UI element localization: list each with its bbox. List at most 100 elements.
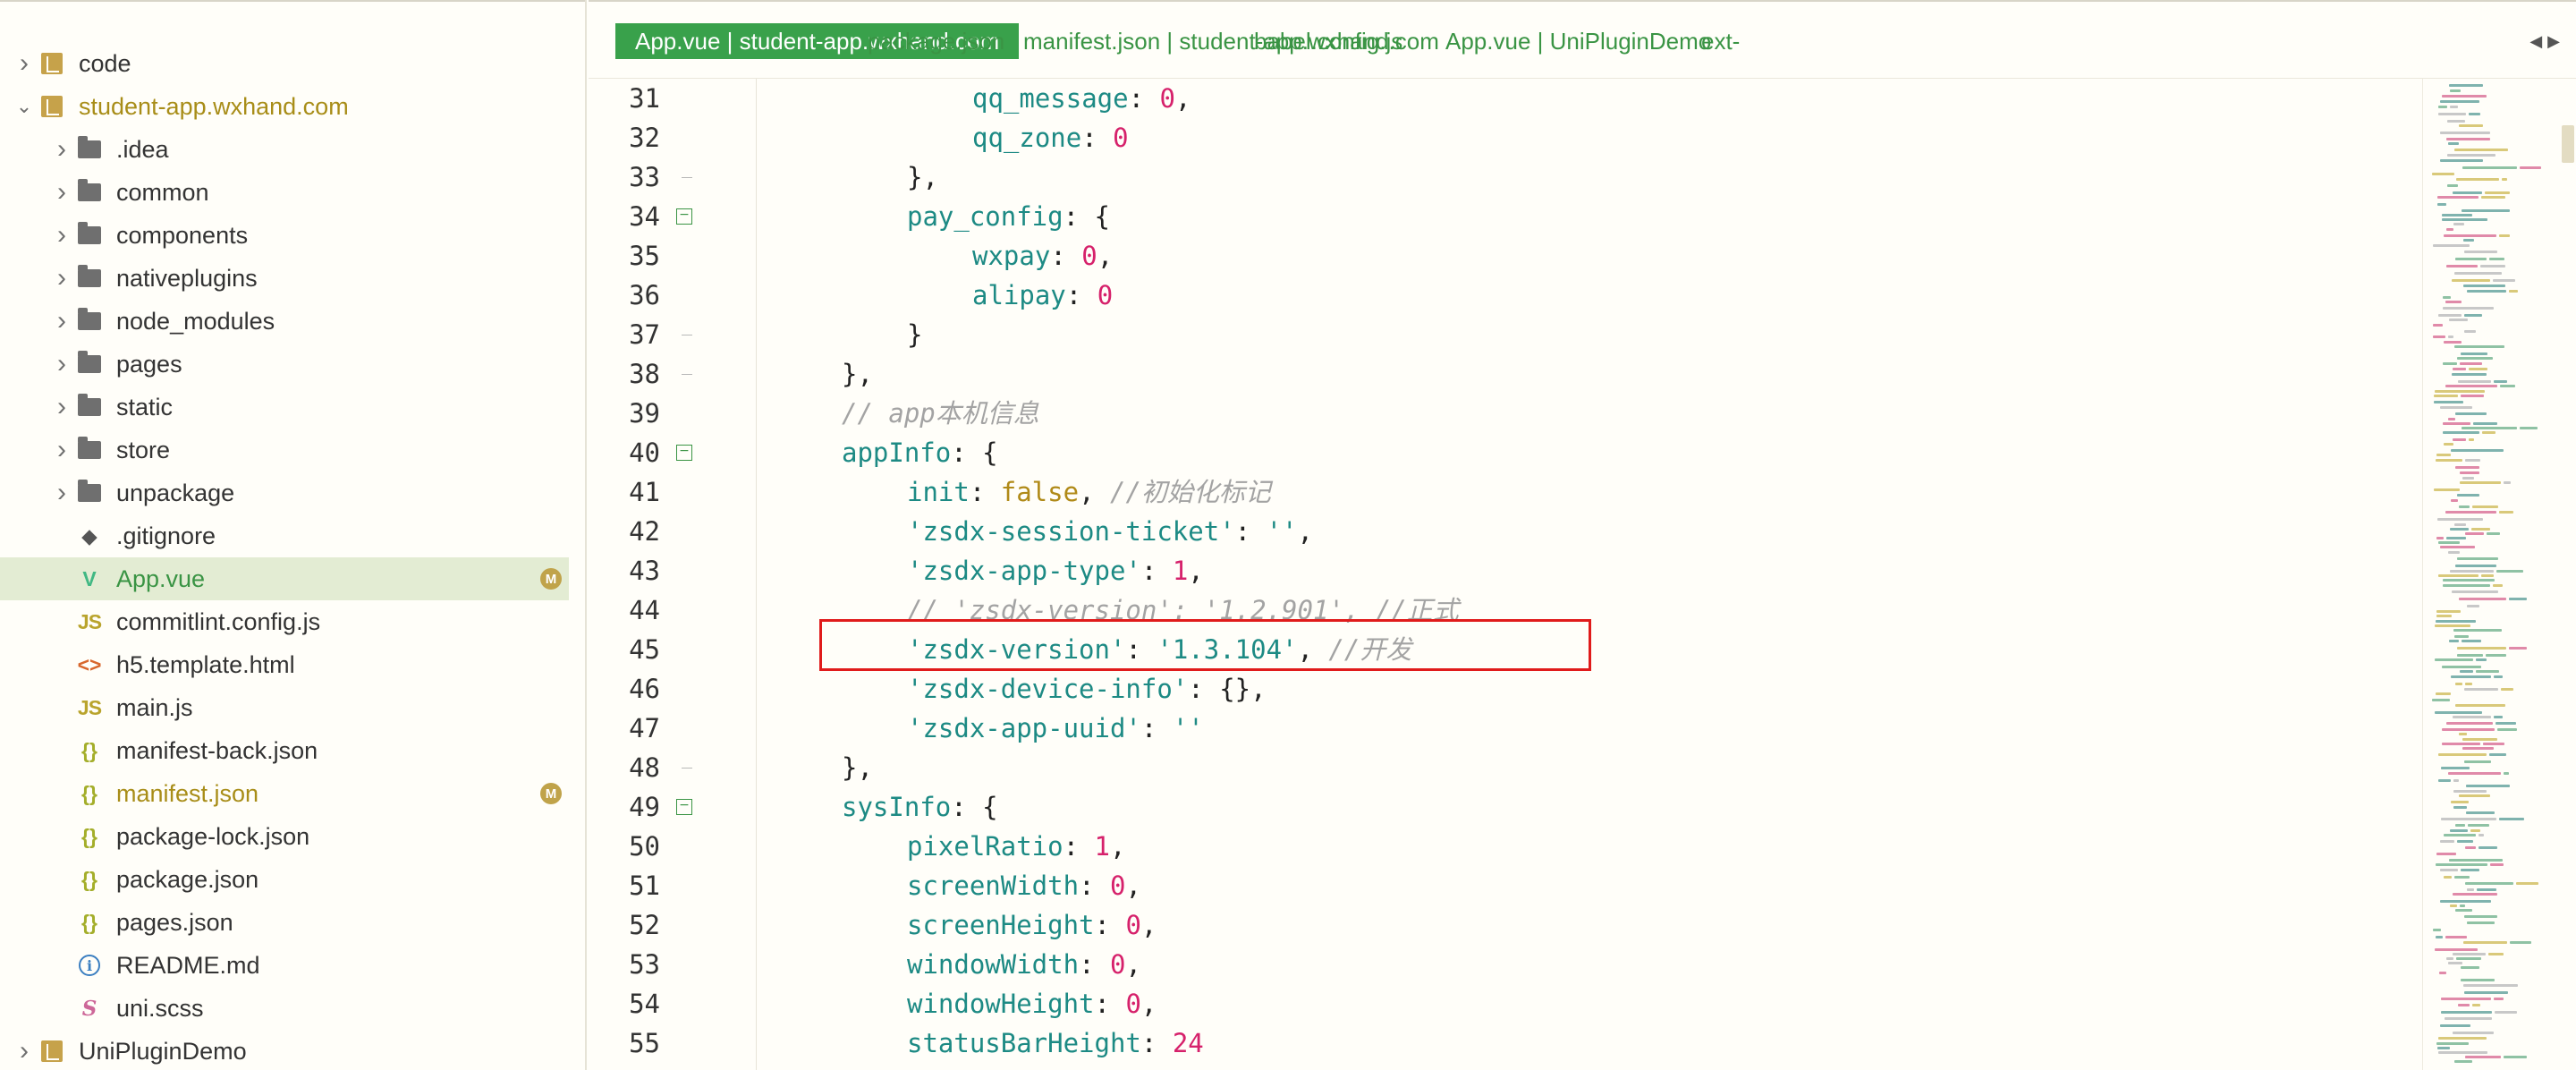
- editor-tab[interactable]: ext-: [1682, 23, 1759, 59]
- chevron-right-icon[interactable]: ›: [13, 1036, 36, 1066]
- code-text[interactable]: 'zsdx-session-ticket': '',: [907, 512, 1313, 551]
- tree-item[interactable]: {} package.json: [0, 858, 569, 901]
- tree-item[interactable]: › unpackage: [0, 471, 569, 514]
- tree-item-label: nativeplugins: [116, 264, 258, 292]
- tree-item[interactable]: {} manifest.json M: [0, 772, 569, 815]
- tree-item[interactable]: › UniPluginDemo: [0, 1030, 569, 1070]
- minimap-line: [2440, 100, 2479, 103]
- minimap-line: [2442, 728, 2495, 731]
- code-text[interactable]: pay_config: {: [907, 197, 1110, 236]
- tree-item[interactable]: › common: [0, 171, 569, 214]
- code-text[interactable]: sysInfo: {: [842, 787, 998, 827]
- tree-item[interactable]: › code: [0, 42, 569, 85]
- tree-item[interactable]: JS main.js: [0, 686, 569, 729]
- tree-item[interactable]: Suni.scss: [0, 987, 569, 1030]
- tree-item[interactable]: › store: [0, 429, 569, 471]
- code-editor[interactable]: 31qq_message: 0,32qq_zone: 033},34pay_co…: [589, 79, 2422, 1070]
- minimap-line: [2442, 218, 2487, 221]
- tree-item[interactable]: {} package-lock.json: [0, 815, 569, 858]
- code-text[interactable]: // app本机信息: [842, 394, 1039, 433]
- tab-scroll-right-icon[interactable]: ▶: [2547, 32, 2560, 51]
- line-number: 33: [629, 162, 660, 192]
- minimap-line: [2504, 772, 2509, 775]
- code-text[interactable]: wxpay: 0,: [972, 236, 1113, 276]
- tab-scroll-left-icon[interactable]: ◀: [2529, 32, 2542, 51]
- code-text[interactable]: windowHeight: 0,: [907, 984, 1157, 1023]
- minimap-line: [2447, 154, 2496, 157]
- code-text[interactable]: },: [842, 748, 873, 787]
- code-text[interactable]: 'zsdx-app-uuid': '': [907, 709, 1204, 748]
- tabbar-top-border: [589, 0, 2576, 2]
- chevron-right-icon[interactable]: ›: [50, 435, 73, 464]
- line-number: 55: [629, 1028, 660, 1058]
- line-number: 54: [629, 989, 660, 1019]
- minimap-line: [2457, 840, 2473, 843]
- tree-item[interactable]: › static: [0, 386, 569, 429]
- chevron-right-icon[interactable]: ›: [50, 392, 73, 421]
- tree-item[interactable]: V App.vue M: [0, 557, 569, 600]
- scrollbar-thumb[interactable]: [2562, 125, 2574, 163]
- minimap[interactable]: [2422, 79, 2556, 1070]
- minimap-line: [2454, 272, 2502, 275]
- code-text[interactable]: },: [907, 157, 938, 197]
- fold-toggle-icon[interactable]: [676, 197, 692, 236]
- code-text[interactable]: screenHeight: 0,: [907, 905, 1157, 945]
- tree-item[interactable]: i README.md: [0, 944, 569, 987]
- minimap-line: [2479, 846, 2497, 849]
- tree-item[interactable]: <> h5.template.html: [0, 643, 569, 686]
- chevron-right-icon[interactable]: ›: [50, 177, 73, 207]
- code-text[interactable]: init: false, //初始化标记: [907, 472, 1271, 512]
- tree-item[interactable]: ◆ .gitignore: [0, 514, 569, 557]
- chevron-right-icon[interactable]: ›: [50, 134, 73, 164]
- tree-item[interactable]: › pages: [0, 343, 569, 386]
- code-text[interactable]: alipay: 0: [972, 276, 1113, 315]
- code-text[interactable]: qq_message: 0,: [972, 79, 1191, 118]
- chevron-down-icon[interactable]: ⌄: [13, 95, 36, 118]
- chevron-right-icon[interactable]: ›: [13, 48, 36, 78]
- minimap-line: [2520, 166, 2541, 169]
- code-token: :: [1065, 280, 1097, 310]
- fold-toggle-icon[interactable]: [676, 433, 692, 472]
- code-text[interactable]: windowWidth: 0,: [907, 945, 1141, 984]
- minimap-line: [2436, 610, 2461, 613]
- tree-item[interactable]: {} pages.json: [0, 901, 569, 944]
- editor-tab[interactable]: babel.config.js: [1234, 23, 1422, 59]
- code-token: : {: [951, 792, 998, 822]
- code-text[interactable]: },: [842, 354, 873, 394]
- chevron-right-icon[interactable]: ›: [50, 220, 73, 250]
- code-text[interactable]: 'zsdx-app-type': 1,: [907, 551, 1204, 590]
- code-text[interactable]: }: [907, 315, 922, 354]
- folder-icon: [73, 221, 106, 250]
- chevron-right-icon[interactable]: ›: [50, 478, 73, 507]
- tree-item[interactable]: JS commitlint.config.js: [0, 600, 569, 643]
- minimap-line: [2450, 106, 2458, 108]
- code-text[interactable]: pixelRatio: 1,: [907, 827, 1125, 866]
- code-text[interactable]: appInfo: {: [842, 433, 998, 472]
- chevron-right-icon[interactable]: ›: [50, 349, 73, 378]
- code-token: :: [1128, 83, 1160, 114]
- chevron-right-icon[interactable]: ›: [50, 263, 73, 293]
- code-text[interactable]: screenWidth: 0,: [907, 866, 1141, 905]
- vertical-scrollbar[interactable]: [2560, 79, 2576, 1070]
- fold-toggle-icon[interactable]: [676, 787, 692, 827]
- tree-item[interactable]: › .idea: [0, 128, 569, 171]
- editor-tab[interactable]: package.json: [848, 23, 1024, 59]
- code-token: 0: [1113, 123, 1129, 153]
- minimap-line: [2460, 481, 2501, 484]
- tree-item[interactable]: › node_modules: [0, 300, 569, 343]
- json-file-icon: {}: [81, 824, 97, 848]
- minimap-line: [2504, 1056, 2527, 1058]
- minimap-line: [2441, 818, 2496, 820]
- code-text[interactable]: qq_zone: 0: [972, 118, 1129, 157]
- json-file-icon: {}: [81, 781, 97, 805]
- folder-icon: [73, 393, 106, 421]
- tree-item[interactable]: ⌄ student-app.wxhand.com: [0, 85, 569, 128]
- code-text[interactable]: statusBarHeight: 24: [907, 1023, 1204, 1063]
- tree-item[interactable]: › nativeplugins: [0, 257, 569, 300]
- minimap-line: [2455, 824, 2465, 827]
- tree-item[interactable]: {} manifest-back.json: [0, 729, 569, 772]
- chevron-right-icon[interactable]: ›: [50, 306, 73, 335]
- code-text[interactable]: 'zsdx-device-info': {},: [907, 669, 1267, 709]
- tree-item[interactable]: › components: [0, 214, 569, 257]
